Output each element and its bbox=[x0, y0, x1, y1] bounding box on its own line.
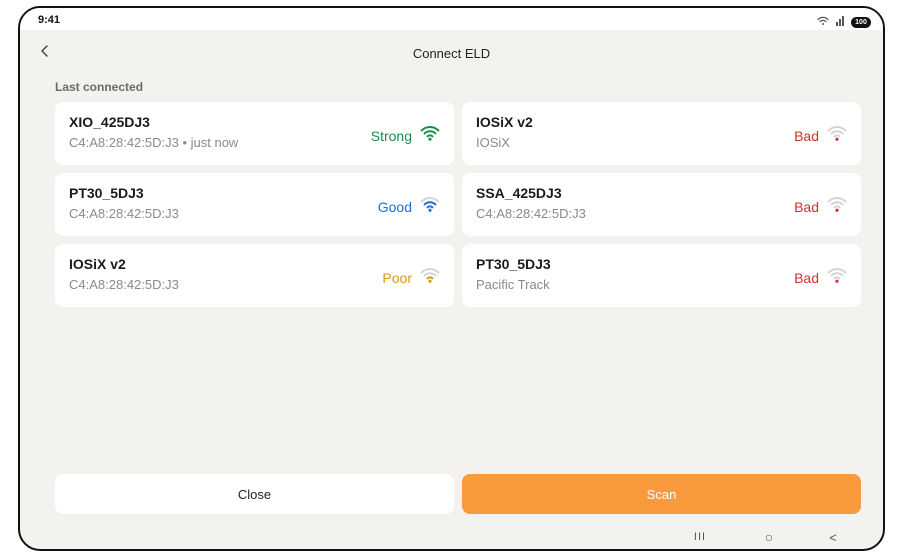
header: Connect ELD bbox=[20, 36, 883, 70]
signal-label: Bad bbox=[794, 127, 819, 144]
wifi-signal-icon bbox=[420, 195, 440, 218]
wifi-signal-icon bbox=[420, 266, 440, 289]
section-label: Last connected bbox=[55, 80, 144, 94]
device-name: IOSiX v2 bbox=[476, 114, 533, 130]
device-card[interactable]: IOSiX v2 IOSiX Bad bbox=[462, 102, 861, 165]
signal-label: Bad bbox=[794, 269, 819, 286]
recents-nav-icon[interactable]: III bbox=[689, 528, 711, 546]
signal-label: Poor bbox=[382, 269, 412, 286]
status-time: 9:41 bbox=[38, 14, 61, 26]
wifi-signal-icon bbox=[827, 195, 847, 218]
wifi-signal-icon bbox=[827, 266, 847, 289]
wifi-status-icon bbox=[817, 13, 829, 31]
signal-strength: Poor bbox=[382, 266, 440, 289]
close-button[interactable]: Close bbox=[55, 474, 454, 514]
signal-strength: Strong bbox=[371, 124, 440, 147]
status-bar: 9:41 100 bbox=[20, 8, 883, 30]
scan-button[interactable]: Scan bbox=[462, 474, 861, 514]
device-card[interactable]: IOSiX v2 C4:A8:28:42:5D:J3 Poor bbox=[55, 244, 454, 307]
signal-label: Bad bbox=[794, 198, 819, 215]
cellular-signal-icon bbox=[835, 13, 845, 31]
signal-strength: Good bbox=[378, 195, 440, 218]
signal-label: Good bbox=[377, 198, 412, 215]
device-meta: C4:A8:28:42:5D:J3 bbox=[476, 206, 586, 221]
device-card[interactable]: PT30_5DJ3 Pacific Track Bad bbox=[462, 244, 861, 307]
device-meta: Pacific Track bbox=[476, 277, 550, 292]
home-nav-icon[interactable]: ○ bbox=[758, 528, 780, 546]
device-card[interactable]: XIO_425DJ3 C4:A8:28:42:5D:J3 • just now St… bbox=[55, 102, 454, 165]
device-card[interactable]: SSA_425DJ3 C4:A8:28:42:5D:J3 Bad bbox=[462, 173, 861, 236]
signal-strength: Bad bbox=[794, 124, 847, 147]
device-name: PT30_5DJ3 bbox=[476, 256, 551, 272]
page-title: Connect ELD bbox=[412, 46, 491, 61]
signal-label: Strong bbox=[370, 127, 412, 144]
device-name: SSA_425DJ3 bbox=[476, 185, 562, 201]
battery-icon: 100 bbox=[851, 16, 871, 28]
device-grid: XIO_425DJ3 C4:A8:28:42:5D:J3 • just now St… bbox=[55, 102, 861, 307]
status-icons: 100 bbox=[817, 13, 871, 31]
wifi-signal-icon bbox=[420, 124, 440, 147]
device-meta: IOSiX bbox=[476, 135, 510, 150]
android-nav-bar: III ○ < bbox=[20, 524, 883, 549]
signal-strength: Bad bbox=[794, 195, 847, 218]
wifi-signal-icon bbox=[827, 124, 847, 147]
back-nav-icon[interactable]: < bbox=[822, 528, 844, 546]
signal-strength: Bad bbox=[794, 266, 847, 289]
tablet-frame: 9:41 100 Connect ELD Last connected XIO_… bbox=[18, 6, 885, 551]
device-card[interactable]: PT30_5DJ3 C4:A8:28:42:5D:J3 Good bbox=[55, 173, 454, 236]
